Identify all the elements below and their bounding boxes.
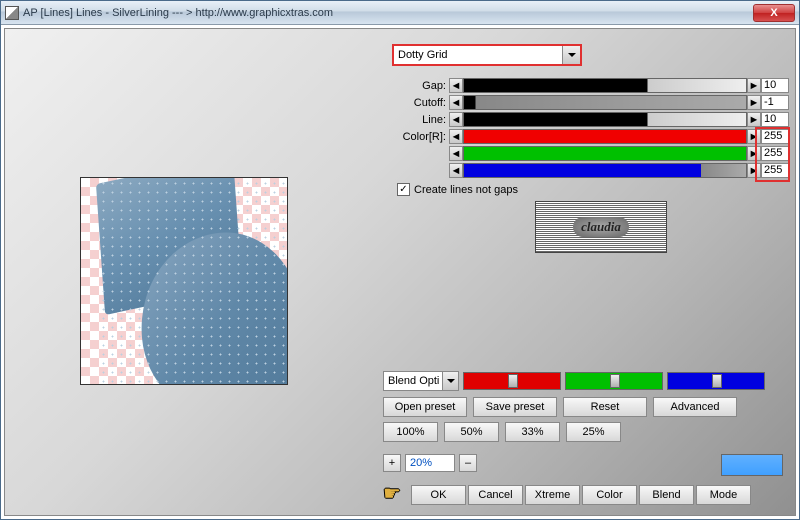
- decrement-button[interactable]: ◄: [449, 95, 463, 110]
- param-row-line: Line: ◄ ► 10: [389, 111, 789, 128]
- close-icon: X: [770, 7, 777, 19]
- zoom-stepper-row: + 20% –: [383, 454, 477, 472]
- highlight-annotation: [755, 127, 790, 182]
- param-row-gap: Gap: ◄ ► 10: [389, 77, 789, 94]
- zoom-25-button[interactable]: 25%: [566, 422, 621, 442]
- decrement-button[interactable]: ◄: [449, 129, 463, 144]
- mini-slider-r[interactable]: [463, 372, 561, 390]
- decrement-button[interactable]: ◄: [449, 146, 463, 161]
- slider-color-r[interactable]: [463, 129, 747, 144]
- xtreme-button[interactable]: Xtreme: [525, 485, 580, 505]
- param-value[interactable]: -1: [761, 95, 789, 110]
- reset-button[interactable]: Reset: [563, 397, 647, 417]
- arrow-left-icon: ◄: [451, 80, 462, 92]
- arrow-right-icon: ►: [749, 97, 760, 109]
- zoom-out-button[interactable]: –: [459, 454, 477, 472]
- slider-thumb[interactable]: [610, 374, 620, 388]
- param-label: Cutoff:: [389, 97, 449, 109]
- blend-options-dropdown[interactable]: Blend Opti: [383, 371, 459, 391]
- chevron-down-icon: [562, 46, 580, 64]
- param-row-color-b: ◄ ► 255: [389, 162, 789, 179]
- cancel-button[interactable]: Cancel: [468, 485, 523, 505]
- params-panel: Gap: ◄ ► 10 Cutoff: ◄ ► -1 Line: ◄ ► 10: [389, 77, 789, 179]
- slider-cutoff[interactable]: [463, 95, 747, 110]
- param-row-color-g: ◄ ► 255: [389, 145, 789, 162]
- color-swatch[interactable]: [721, 454, 783, 476]
- preview-canvas[interactable]: [80, 177, 288, 385]
- arrow-left-icon: ◄: [451, 165, 462, 177]
- decrement-button[interactable]: ◄: [449, 78, 463, 93]
- app-icon: [5, 6, 19, 20]
- slider-color-b[interactable]: [463, 163, 747, 178]
- zoom-50-button[interactable]: 50%: [444, 422, 499, 442]
- param-label: Gap:: [389, 80, 449, 92]
- arrow-right-icon: ►: [749, 114, 760, 126]
- zoom-100-button[interactable]: 100%: [383, 422, 438, 442]
- increment-button[interactable]: ►: [747, 78, 761, 93]
- arrow-left-icon: ◄: [451, 131, 462, 143]
- increment-button[interactable]: ►: [747, 95, 761, 110]
- param-label: Color[R]:: [389, 131, 449, 143]
- color-button[interactable]: Color: [582, 485, 637, 505]
- create-lines-checkbox-row: ✓ Create lines not gaps: [397, 183, 518, 196]
- save-preset-button[interactable]: Save preset: [473, 397, 557, 417]
- open-preset-button[interactable]: Open preset: [383, 397, 467, 417]
- arrow-left-icon: ◄: [451, 148, 462, 160]
- percent-buttons-row: 100% 50% 33% 25%: [383, 422, 621, 442]
- slider-thumb[interactable]: [508, 374, 518, 388]
- plugin-window: AP [Lines] Lines - SilverLining --- > ht…: [0, 0, 800, 520]
- logo-text: claudia: [573, 217, 629, 237]
- blend-row: Blend Opti: [383, 371, 765, 391]
- zoom-33-button[interactable]: 33%: [505, 422, 560, 442]
- param-value[interactable]: 10: [761, 78, 789, 93]
- claudia-logo: claudia: [535, 201, 667, 253]
- pattern-dropdown-label: Dotty Grid: [398, 49, 448, 61]
- pattern-dropdown[interactable]: Dotty Grid: [392, 44, 582, 66]
- client-area: Dotty Grid Gap: ◄ ► 10 Cutoff: ◄ ► -1 Li…: [4, 28, 796, 516]
- zoom-value-field[interactable]: 20%: [405, 454, 455, 472]
- increment-button[interactable]: ►: [747, 112, 761, 127]
- action-buttons-row: OK Cancel Xtreme Color Blend Mode: [383, 485, 751, 505]
- slider-gap[interactable]: [463, 78, 747, 93]
- window-title: AP [Lines] Lines - SilverLining --- > ht…: [23, 7, 753, 19]
- mini-slider-g[interactable]: [565, 372, 663, 390]
- slider-color-g[interactable]: [463, 146, 747, 161]
- checkbox-label: Create lines not gaps: [414, 184, 518, 196]
- zoom-in-button[interactable]: +: [383, 454, 401, 472]
- create-lines-checkbox[interactable]: ✓: [397, 183, 410, 196]
- param-row-cutoff: Cutoff: ◄ ► -1: [389, 94, 789, 111]
- preset-buttons-row: Open preset Save preset Reset Advanced: [383, 397, 737, 417]
- decrement-button[interactable]: ◄: [449, 163, 463, 178]
- pointing-hand-icon: [383, 485, 407, 505]
- arrow-right-icon: ►: [749, 80, 760, 92]
- advanced-button[interactable]: Advanced: [653, 397, 737, 417]
- decrement-button[interactable]: ◄: [449, 112, 463, 127]
- blend-button[interactable]: Blend: [639, 485, 694, 505]
- close-button[interactable]: X: [753, 4, 795, 22]
- param-value[interactable]: 10: [761, 112, 789, 127]
- slider-line[interactable]: [463, 112, 747, 127]
- mini-slider-b[interactable]: [667, 372, 765, 390]
- param-row-color-r: Color[R]: ◄ ► 255: [389, 128, 789, 145]
- arrow-left-icon: ◄: [451, 97, 462, 109]
- blend-label: Blend Opti: [388, 375, 439, 387]
- preview-dots: [99, 177, 288, 385]
- slider-thumb[interactable]: [712, 374, 722, 388]
- param-label: Line:: [389, 114, 449, 126]
- mode-button[interactable]: Mode: [696, 485, 751, 505]
- ok-button[interactable]: OK: [411, 485, 466, 505]
- chevron-down-icon: [442, 372, 458, 390]
- arrow-left-icon: ◄: [451, 114, 462, 126]
- titlebar[interactable]: AP [Lines] Lines - SilverLining --- > ht…: [1, 1, 799, 25]
